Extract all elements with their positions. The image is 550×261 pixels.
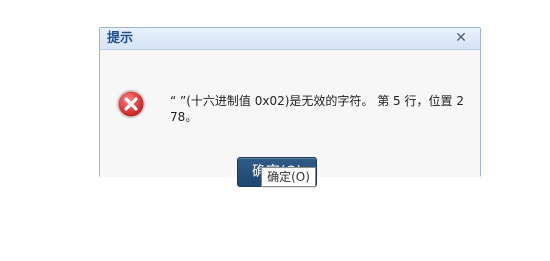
message-dialog: 提示 ✕ “ ”(十六进制值 0x02)是无效的字符。 第 5 行，位置 278… [99,27,481,187]
dialog-title: 提示 [107,31,134,46]
error-icon [116,89,146,119]
close-icon[interactable]: ✕ [453,29,469,47]
button-tooltip: 确定(O) [261,167,316,187]
dialog-body: “ ”(十六进制值 0x02)是无效的字符。 第 5 行，位置 278。 确定(… [100,51,480,187]
dialog-titlebar: 提示 ✕ [100,28,480,50]
error-message: “ ”(十六进制值 0x02)是无效的字符。 第 5 行，位置 278。 [170,94,464,124]
